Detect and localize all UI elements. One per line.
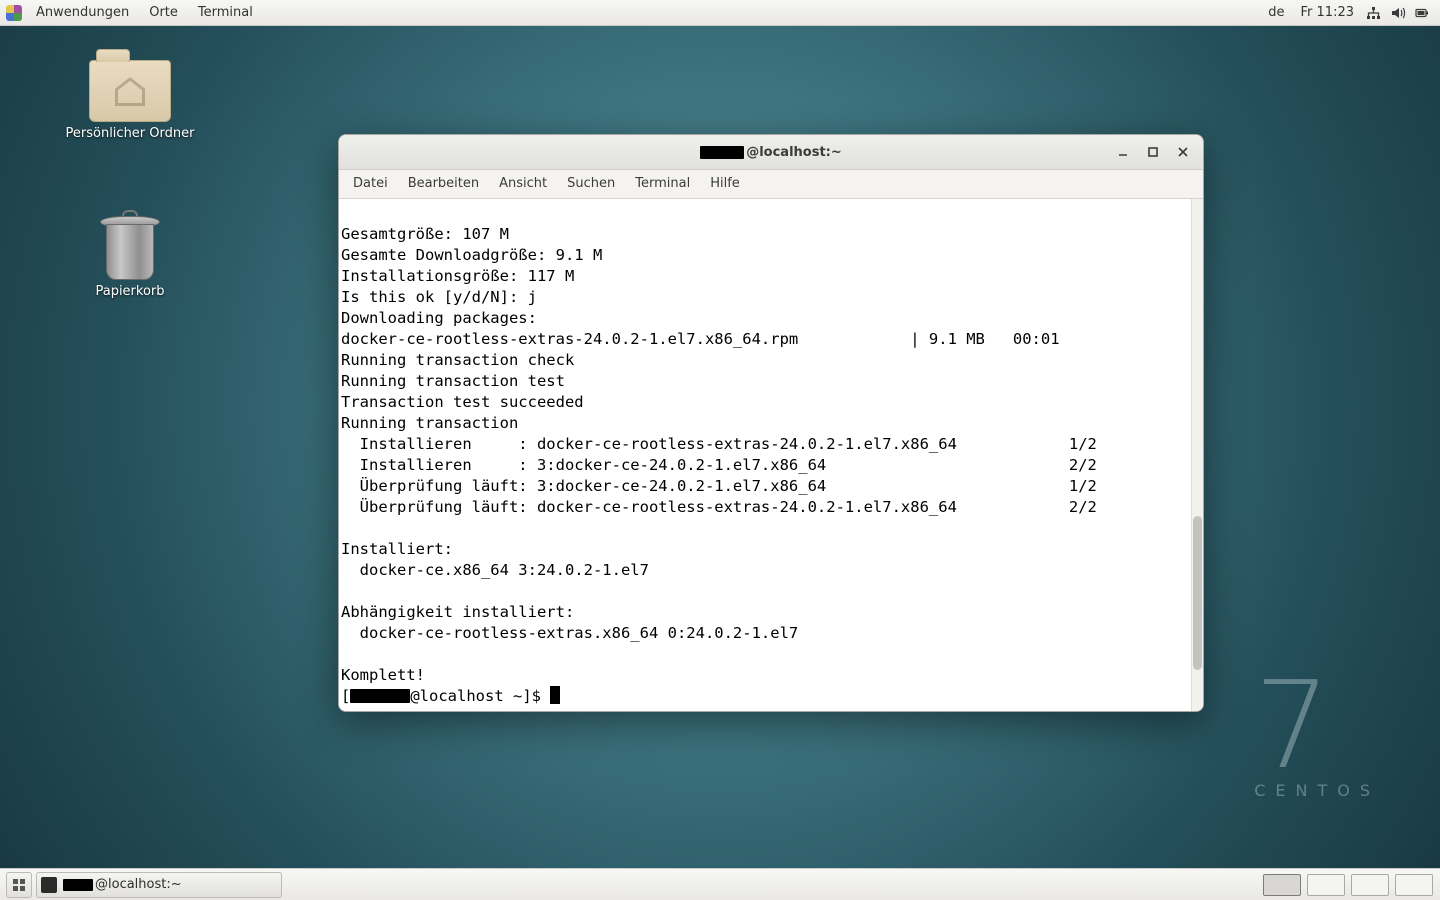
trash-icon [100,210,160,280]
redacted-username [63,879,93,891]
terminal-scroll-thumb[interactable] [1193,516,1202,670]
desktop-icon-home-label: Persönlicher Ordner [60,126,200,141]
menu-file[interactable]: Datei [343,170,398,198]
redacted-username [700,146,744,159]
top-panel: Anwendungen Orte Terminal de Fr 11:23 [0,0,1440,26]
terminal-output: Gesamtgröße: 107 M Gesamte Downloadgröße… [341,203,1203,707]
menu-view[interactable]: Ansicht [489,170,557,198]
distro-logo-icon [6,5,22,21]
terminal-cursor [550,686,560,704]
bottom-panel: @localhost:~ [0,868,1440,900]
taskbar-item-label: @localhost:~ [95,877,182,892]
menu-places[interactable]: Orte [139,0,188,26]
workspace-4[interactable] [1395,874,1433,896]
taskbar-item-terminal[interactable]: @localhost:~ [36,872,282,898]
workspace-3[interactable] [1351,874,1389,896]
show-desktop-button[interactable] [6,872,32,898]
menu-terminal[interactable]: Terminal [625,170,700,198]
workspace-2[interactable] [1307,874,1345,896]
menu-edit[interactable]: Bearbeiten [398,170,489,198]
terminal-menubar: Datei Bearbeiten Ansicht Suchen Terminal… [339,170,1203,199]
terminal-scrollbar[interactable] [1191,199,1203,711]
network-icon[interactable] [1366,5,1382,21]
keyboard-layout-indicator[interactable]: de [1260,0,1292,26]
clock[interactable]: Fr 11:23 [1293,0,1362,26]
workspace-1[interactable] [1263,874,1301,896]
terminal-body[interactable]: Gesamtgröße: 107 M Gesamte Downloadgröße… [339,199,1203,711]
window-close-button[interactable] [1169,140,1197,164]
menu-terminal-launcher[interactable]: Terminal [188,0,263,26]
menu-applications[interactable]: Anwendungen [26,0,139,26]
battery-icon[interactable] [1414,5,1430,21]
desktop-icon-home[interactable]: Persönlicher Ordner [60,60,200,141]
desktop-icon-trash[interactable]: Papierkorb [60,210,200,299]
terminal-window: @localhost:~ Datei Bearbeiten Ansicht Su… [338,134,1204,712]
window-title: @localhost:~ [700,145,842,160]
window-maximize-button[interactable] [1139,140,1167,164]
menu-help[interactable]: Hilfe [700,170,750,198]
desktop-icon-trash-label: Papierkorb [60,284,200,299]
menu-search[interactable]: Suchen [557,170,625,198]
window-minimize-button[interactable] [1109,140,1137,164]
terminal-app-icon [41,877,57,893]
folder-icon [89,60,171,122]
window-titlebar[interactable]: @localhost:~ [339,135,1203,170]
redacted-username [350,689,410,703]
centos-watermark: 7 CENTOS [1254,667,1380,800]
desktop-background[interactable]: Anwendungen Orte Terminal de Fr 11:23 Pe… [0,0,1440,900]
volume-icon[interactable] [1390,5,1406,21]
